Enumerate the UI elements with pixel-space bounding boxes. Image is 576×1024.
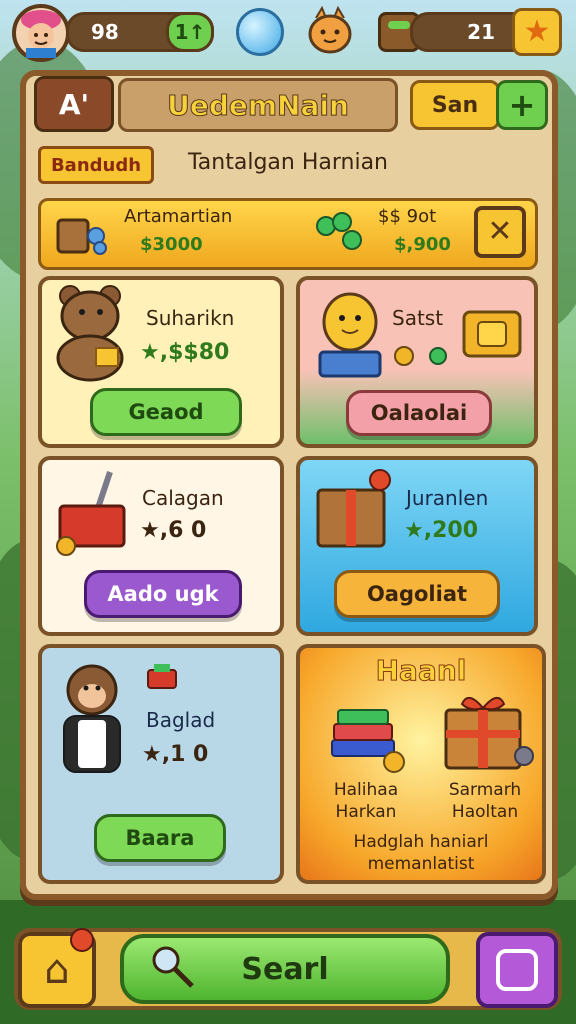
banner-name: Artamartian [124,206,233,227]
feature-item-1-line-1: Halihaa [333,780,399,800]
coins-icon [392,342,452,370]
card-button[interactable]: Baara [94,814,226,862]
clover-icon [312,210,366,254]
books-icon [316,700,406,776]
feature-footer-line-1: Hadglah haniarl [353,832,489,852]
menu-button[interactable] [476,932,558,1008]
gold-chest-icon [458,290,528,370]
subtitle: Tantalgan Harnian [188,150,388,175]
header-left-button[interactable]: A' [34,76,114,132]
toolbox-icon [52,466,132,558]
card-title: Baglad [146,708,216,732]
plus-icon: + [508,86,536,124]
close-button[interactable]: ✕ [474,206,526,258]
avatar[interactable] [12,4,70,62]
card-button[interactable]: Oagoliat [334,570,500,618]
coin-value: 21 [467,20,495,44]
star-icon: ★ [523,14,551,49]
add-coins-button[interactable]: ★ [512,8,562,56]
feature-footer-line-2: memanlatist [367,854,475,874]
card-value: ★,1 0 [142,742,209,767]
card-value: ★,6 0 [140,518,207,543]
level-value: 98 [91,20,119,44]
gem-icon[interactable] [236,8,284,56]
level-up-button[interactable]: 1↑ [166,12,214,52]
pet-icon[interactable] [306,6,354,56]
page-title: UedemNain [167,88,350,122]
mascot-icon [314,286,386,382]
feature-title: Haanl [375,654,467,688]
banner-right-top: $$ 9ot [378,206,437,227]
title-banner: UedemNain [118,78,398,132]
category-badge[interactable]: Bandudh [38,146,154,184]
card-title: Suharikn [146,306,235,330]
card-button[interactable]: Geaod [90,388,242,436]
card-title: Juranlen [406,486,489,510]
feature-gift-icon [440,686,536,776]
gift-box-icon [310,464,396,554]
feature-item-2-line-1: Sarmarh [448,780,522,800]
small-chest-icon [144,662,180,692]
banner-amount: $3000 [140,234,203,255]
chat-icon [496,949,538,991]
feature-item-1-line-2: Harkan [335,802,397,822]
notification-badge [70,928,94,952]
add-button[interactable]: + [496,80,548,130]
bear-icon [48,282,138,382]
search-tool-icon [148,942,200,994]
card-value: ★,200 [404,518,479,543]
search-label: Searl [241,951,329,987]
chest-icon [52,206,110,260]
monkey-icon [50,660,134,780]
card-value: ★,$$80 [140,340,230,365]
close-icon: ✕ [487,214,513,249]
card-button[interactable]: Aado ugk [84,570,242,618]
card-button[interactable]: Oalaolai [346,390,492,436]
feature-item-2-line-2: Haoltan [451,802,519,822]
header-right-button[interactable]: San [410,80,500,130]
card-title: Calagan [142,486,224,510]
home-icon: ⌂ [44,947,70,993]
